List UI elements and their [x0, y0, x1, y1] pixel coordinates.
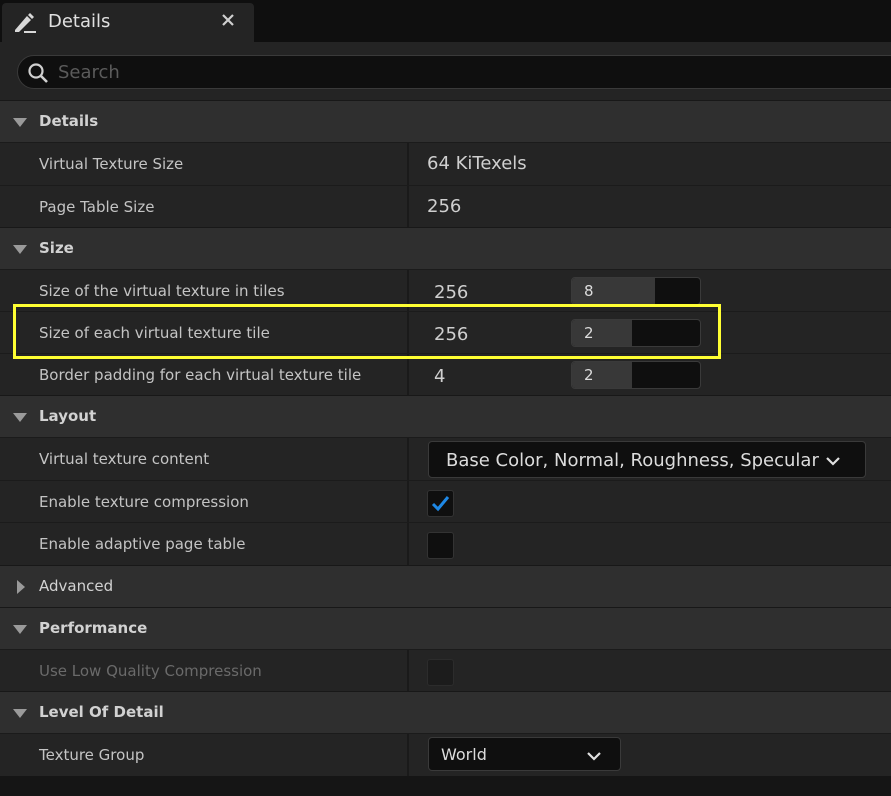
computed-value: 4	[434, 366, 446, 387]
category-label: Performance	[39, 619, 148, 637]
collapse-arrow-icon[interactable]	[12, 623, 28, 635]
column-divider[interactable]	[407, 186, 409, 227]
property-row-tile-size: Size of each virtual texture tile 256 2	[0, 311, 891, 353]
property-name: Enable texture compression	[39, 493, 249, 511]
collapse-arrow-icon[interactable]	[12, 243, 28, 255]
category-details[interactable]: Details	[0, 100, 891, 142]
property-row-compression: Enable texture compression	[0, 480, 891, 522]
property-row-texture-group: Texture Group World	[0, 733, 891, 776]
property-row-tiles: Size of the virtual texture in tiles 256…	[0, 269, 891, 311]
category-label: Advanced	[39, 577, 114, 595]
property-row-virtual-texture-size: Virtual Texture Size 64 KiTexels	[0, 142, 891, 185]
collapse-arrow-icon[interactable]	[12, 411, 28, 423]
dropdown-value: Base Color, Normal, Roughness, Specular	[446, 450, 819, 471]
compression-checkbox[interactable]	[427, 490, 454, 517]
spinbox-fill	[572, 320, 633, 346]
property-name: Page Table Size	[39, 198, 155, 216]
tiles-spinbox[interactable]: 8	[571, 277, 701, 305]
category-label: Layout	[39, 407, 97, 425]
property-name: Virtual texture content	[39, 450, 210, 468]
tab-bar: Details	[0, 0, 891, 42]
search-icon	[28, 63, 48, 83]
property-row-page-table-size: Page Table Size 256	[0, 185, 891, 227]
search-box[interactable]	[17, 55, 891, 89]
property-name: Size of the virtual texture in tiles	[39, 282, 285, 300]
tab-title: Details	[48, 11, 111, 32]
property-row-adaptive: Enable adaptive page table	[0, 522, 891, 565]
panel-bottom	[0, 776, 891, 796]
column-divider[interactable]	[407, 481, 409, 522]
category-label: Size	[39, 239, 74, 257]
property-value: 256	[427, 196, 462, 217]
property-value: 64 KiTexels	[427, 153, 527, 174]
property-row-low-quality: Use Low Quality Compression	[0, 649, 891, 691]
search-input[interactable]	[58, 59, 858, 85]
computed-value: 256	[434, 282, 469, 303]
property-name: Border padding for each virtual texture …	[39, 366, 362, 384]
property-name: Virtual Texture Size	[39, 155, 184, 173]
category-label: Details	[39, 112, 99, 130]
adaptive-checkbox[interactable]	[427, 532, 454, 559]
category-layout[interactable]: Layout	[0, 395, 891, 437]
checkmark-icon	[431, 496, 450, 512]
column-divider[interactable]	[407, 438, 409, 480]
spinbox-value: 2	[584, 324, 594, 342]
dropdown-value: World	[441, 745, 487, 764]
category-level-of-detail[interactable]: Level Of Detail	[0, 691, 891, 733]
low-quality-checkbox	[427, 659, 454, 686]
expand-arrow-icon[interactable]	[16, 579, 26, 595]
column-divider[interactable]	[407, 270, 409, 311]
property-name: Use Low Quality Compression	[39, 662, 262, 680]
spinbox-value: 8	[584, 282, 594, 300]
collapse-arrow-icon[interactable]	[12, 707, 28, 719]
texture-content-dropdown[interactable]: Base Color, Normal, Roughness, Specular	[428, 441, 866, 478]
computed-value: 256	[434, 324, 469, 345]
chevron-down-icon	[826, 457, 840, 466]
category-size[interactable]: Size	[0, 227, 891, 269]
column-divider[interactable]	[407, 734, 409, 776]
close-icon[interactable]	[221, 13, 235, 27]
border-padding-spinbox[interactable]: 2	[571, 361, 701, 389]
property-name: Enable adaptive page table	[39, 535, 246, 553]
texture-group-dropdown[interactable]: World	[428, 737, 621, 771]
property-row-border-padding: Border padding for each virtual texture …	[0, 353, 891, 395]
pencil-icon	[15, 13, 36, 33]
column-divider[interactable]	[407, 143, 409, 185]
category-label: Level Of Detail	[39, 703, 164, 721]
spinbox-fill	[572, 362, 633, 388]
spinbox-value: 2	[584, 366, 594, 384]
category-performance[interactable]: Performance	[0, 607, 891, 649]
column-divider[interactable]	[407, 650, 409, 691]
column-divider[interactable]	[407, 312, 409, 353]
collapse-arrow-icon[interactable]	[12, 116, 28, 128]
chevron-down-icon	[587, 752, 601, 761]
search-toolbar	[0, 42, 891, 100]
column-divider[interactable]	[407, 354, 409, 395]
category-advanced[interactable]: Advanced	[0, 565, 891, 607]
tile-size-spinbox[interactable]: 2	[571, 319, 701, 347]
property-name: Size of each virtual texture tile	[39, 324, 270, 342]
details-tab[interactable]: Details	[2, 3, 254, 42]
property-name: Texture Group	[39, 746, 145, 764]
column-divider[interactable]	[407, 523, 409, 565]
property-row-texture-content: Virtual texture content Base Color, Norm…	[0, 437, 891, 480]
